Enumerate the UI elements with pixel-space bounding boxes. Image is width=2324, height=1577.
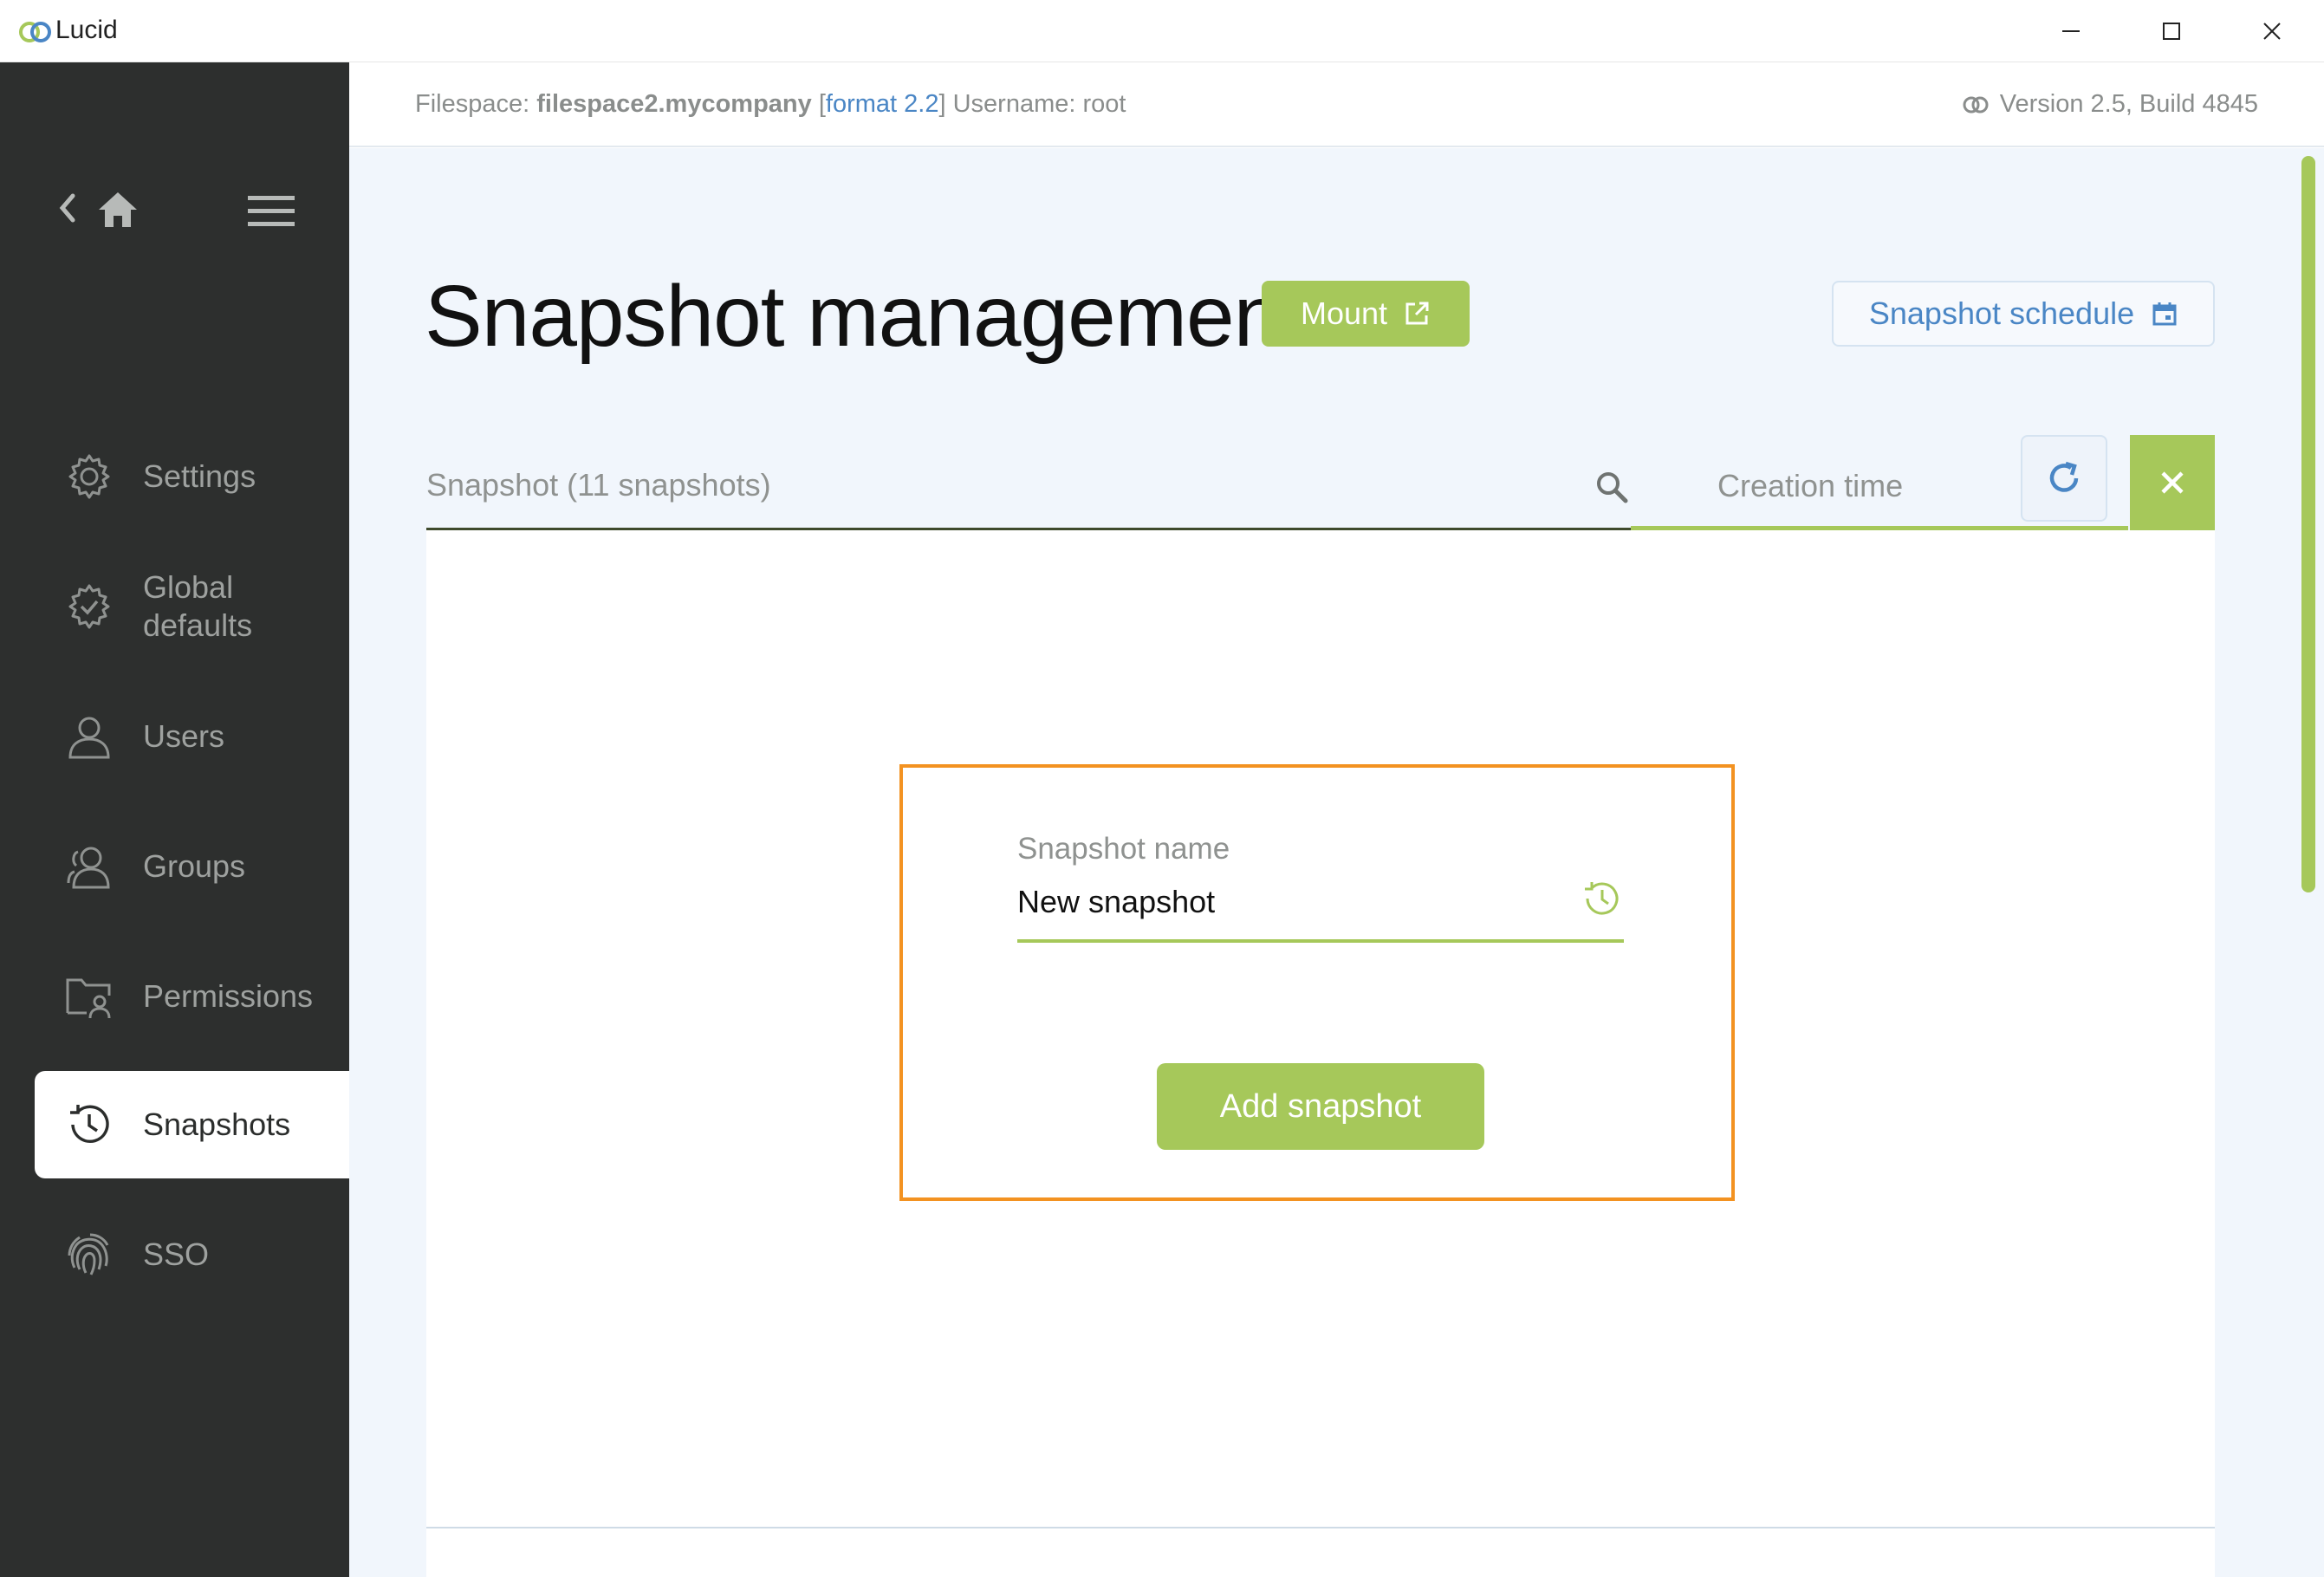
mount-button-label: Mount: [1300, 295, 1388, 331]
sidebar-item-label: SSO: [143, 1236, 210, 1272]
lucid-logo-icon: [19, 22, 51, 42]
sidebar: Settings Global defaults Users Groups Pe…: [0, 62, 349, 1577]
format-link[interactable]: format 2.2: [826, 90, 939, 118]
sidebar-item-label: Settings: [143, 458, 256, 494]
filespace-name: filespace2.mycompany: [536, 90, 812, 118]
history-icon: [70, 1105, 109, 1143]
minimize-icon: [2062, 30, 2080, 32]
filespace-info-bar: Filespace: filespace2.mycompany [format …: [349, 62, 2324, 147]
lucid-mono-icon: [1963, 96, 1989, 113]
mount-button[interactable]: Mount: [1262, 281, 1470, 347]
window-title: Lucid: [55, 16, 118, 44]
sidebar-item-permissions[interactable]: Permissions: [35, 943, 349, 1050]
snapshot-search-input[interactable]: [426, 463, 1553, 508]
sidebar-item-label: Global defaults: [143, 569, 253, 643]
folder-user-icon: [66, 978, 111, 1019]
gear-check-icon: [68, 584, 110, 629]
user-icon: [68, 717, 110, 759]
close-window-button[interactable]: [2222, 0, 2322, 62]
sidebar-item-groups[interactable]: Groups: [35, 813, 349, 920]
sidebar-item-label: Groups: [143, 848, 246, 884]
external-link-icon: [1405, 302, 1429, 325]
window-titlebar: Lucid: [0, 0, 2324, 62]
version-info: Version 2.5, Build 4845: [1962, 90, 2258, 119]
filespace-info: Filespace: filespace2.mycompany [format …: [415, 90, 1126, 119]
maximize-icon: [2163, 23, 2180, 40]
fingerprint-icon: [68, 1233, 109, 1275]
sidebar-item-users[interactable]: Users: [35, 683, 349, 790]
page-title: Snapshot management: [425, 268, 1305, 365]
hamburger-menu-icon[interactable]: [248, 194, 295, 227]
add-snapshot-button[interactable]: Add snapshot: [1157, 1063, 1484, 1150]
snapshot-schedule-button[interactable]: Snapshot schedule: [1832, 281, 2215, 347]
home-icon[interactable]: [95, 189, 140, 230]
minimize-button[interactable]: [2021, 0, 2121, 62]
sidebar-item-label: Snapshots: [143, 1106, 291, 1142]
panel-divider: [426, 1527, 2215, 1528]
sort-select-value: Creation time: [1717, 468, 1904, 503]
back-chevron-icon[interactable]: [54, 191, 80, 225]
calendar-icon: [2152, 302, 2177, 326]
filespace-label: Filespace:: [415, 90, 530, 118]
sidebar-item-global-defaults[interactable]: Global defaults: [35, 553, 349, 660]
sidebar-item-snapshots[interactable]: Snapshots: [35, 1071, 349, 1178]
close-icon: [2263, 23, 2281, 40]
refresh-icon: [2049, 461, 2079, 492]
snapshot-schedule-label: Snapshot schedule: [1868, 295, 2135, 331]
maximize-button[interactable]: [2121, 0, 2222, 62]
snapshot-search-field[interactable]: [426, 451, 1631, 530]
close-icon: [2161, 471, 2184, 494]
snapshot-name-label: Snapshot name: [1017, 832, 1230, 866]
format-bracket-close: ]: [938, 90, 946, 118]
sidebar-item-settings[interactable]: Settings: [35, 423, 349, 530]
snapshot-name-input[interactable]: [1017, 879, 1537, 925]
sidebar-item-sso[interactable]: SSO: [35, 1201, 349, 1308]
version-label: Version 2.5, Build 4845: [1999, 90, 2258, 118]
snapshot-name-field[interactable]: [1017, 875, 1624, 943]
gear-icon: [68, 454, 110, 499]
username-label: Username: root: [952, 90, 1126, 118]
sidebar-item-label: Users: [143, 718, 225, 754]
close-panel-button[interactable]: [2130, 435, 2215, 530]
search-icon[interactable]: [1593, 468, 1631, 506]
history-icon[interactable]: [1581, 877, 1624, 920]
sidebar-item-label: Permissions: [143, 978, 314, 1014]
scrollbar-thumb[interactable]: [2301, 156, 2315, 892]
group-icon: [67, 847, 110, 889]
refresh-button[interactable]: [2021, 435, 2107, 522]
format-bracket-open: [: [818, 90, 826, 118]
